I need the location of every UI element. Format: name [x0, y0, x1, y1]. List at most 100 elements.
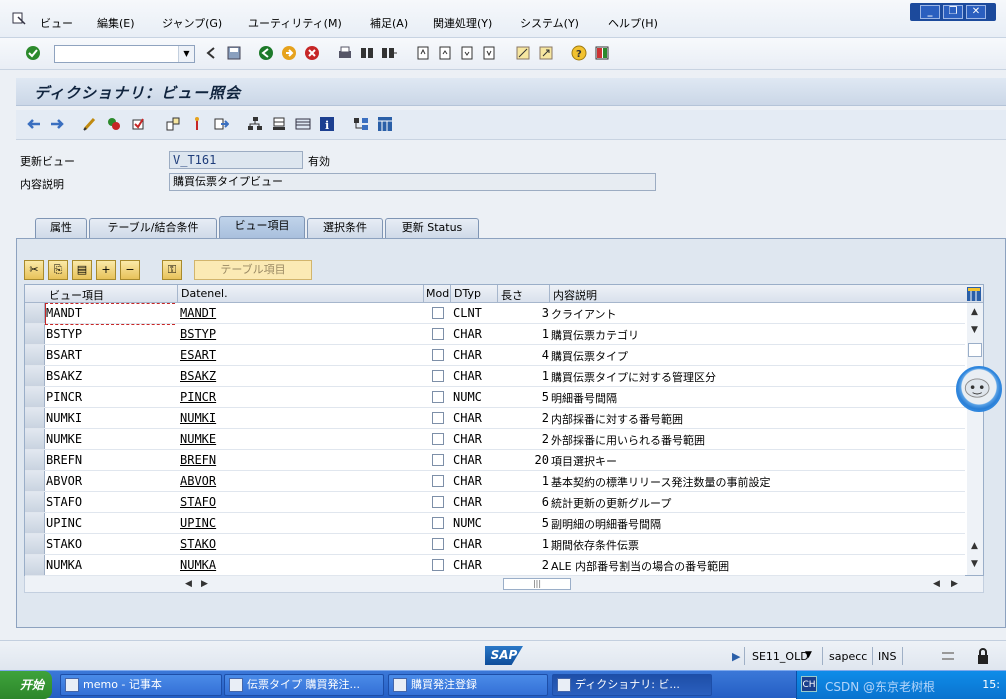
next-page-icon[interactable]: [459, 45, 475, 61]
table-fields-button[interactable]: テーブル項目: [194, 260, 312, 280]
chevron-down-icon[interactable]: ▼: [178, 46, 194, 62]
task-po-create[interactable]: 購買発注登録: [388, 674, 548, 696]
cell-mod-checkbox[interactable]: [432, 517, 444, 529]
cell-data-element[interactable]: STAFO: [180, 495, 216, 509]
cell-view-field[interactable]: ABVOR: [46, 474, 82, 488]
cell-view-field[interactable]: NUMKA: [46, 558, 82, 572]
cancel-icon[interactable]: [304, 45, 320, 61]
restore-button[interactable]: ❐: [943, 5, 963, 19]
task-doc-type[interactable]: 伝票タイプ 購買発注...: [224, 674, 384, 696]
find-icon[interactable]: [359, 45, 375, 61]
menu-jump[interactable]: ジャンプ(G): [162, 15, 222, 31]
col-dtype[interactable]: DTyp: [454, 287, 481, 300]
menu-view[interactable]: ビュー: [40, 15, 73, 31]
table-row[interactable]: BSAKZ BSAKZ CHAR 1 購買伝票タイプに対する管理区分: [25, 366, 965, 387]
view-name-field[interactable]: V_T161: [169, 151, 303, 169]
arrow-left-icon[interactable]: [26, 116, 42, 132]
horizontal-scrollbar[interactable]: ◀ ▶ ||| ◀ ▶: [24, 576, 984, 593]
cell-mod-checkbox[interactable]: [432, 307, 444, 319]
cell-mod-checkbox[interactable]: [432, 559, 444, 571]
row-selector[interactable]: [25, 492, 45, 512]
tab-maintenance-status[interactable]: 更新 Status: [385, 218, 479, 238]
help-icon[interactable]: ?: [571, 45, 587, 61]
menu-extras[interactable]: 補足(A): [370, 15, 408, 31]
cell-mod-checkbox[interactable]: [432, 412, 444, 424]
cell-data-element[interactable]: NUMKE: [180, 432, 216, 446]
cell-mod-checkbox[interactable]: [432, 475, 444, 487]
scroll-left-2-icon[interactable]: ◀: [933, 579, 940, 589]
cell-view-field[interactable]: BSART: [46, 348, 82, 362]
layout-icon[interactable]: [594, 45, 610, 61]
assistant-robot-icon[interactable]: [956, 366, 1002, 412]
grid-icon[interactable]: [377, 116, 393, 132]
cell-data-element[interactable]: PINCR: [180, 390, 216, 404]
start-button[interactable]: 开始: [0, 671, 52, 699]
ime-indicator[interactable]: CH: [801, 676, 817, 692]
scroll-up-icon[interactable]: ▲: [971, 307, 978, 317]
table-row[interactable]: NUMKA NUMKA CHAR 2 ALE 内部番号割当の場合の番号範囲: [25, 555, 965, 576]
insert-row-icon[interactable]: +: [96, 260, 116, 280]
table-row[interactable]: UPINC UPINC NUMC 5 副明細の明細番号間隔: [25, 513, 965, 534]
table-icon[interactable]: [295, 116, 311, 132]
row-selector[interactable]: [25, 303, 45, 323]
table-row[interactable]: BREFN BREFN CHAR 20 項目選択キー: [25, 450, 965, 471]
cell-mod-checkbox[interactable]: [432, 454, 444, 466]
where-used-icon[interactable]: [165, 116, 181, 132]
row-selector[interactable]: [25, 366, 45, 386]
copy-icon[interactable]: ⎘: [48, 260, 68, 280]
cell-data-element[interactable]: STAKO: [180, 537, 216, 551]
cell-data-element[interactable]: ABVOR: [180, 474, 216, 488]
col-length[interactable]: 長さ: [501, 287, 523, 303]
scroll-left-icon[interactable]: ◀: [185, 579, 192, 589]
row-selector[interactable]: [25, 555, 45, 575]
back-green-icon[interactable]: [258, 45, 274, 61]
cell-data-element[interactable]: NUMKI: [180, 411, 216, 425]
arrow-right-icon[interactable]: [49, 116, 65, 132]
cell-view-field[interactable]: NUMKI: [46, 411, 82, 425]
table-row[interactable]: ABVOR ABVOR CHAR 1 基本契約の標準リリース発注数量の事前設定: [25, 471, 965, 492]
table-row[interactable]: PINCR PINCR NUMC 5 明細番号間隔: [25, 387, 965, 408]
scroll-page-down-icon[interactable]: ▼: [971, 559, 978, 569]
paste-icon[interactable]: ▤: [72, 260, 92, 280]
last-page-icon[interactable]: [481, 45, 497, 61]
close-button[interactable]: ✕: [966, 5, 986, 19]
col-view-field[interactable]: ビュー項目: [49, 287, 104, 303]
minimize-button[interactable]: _: [920, 5, 940, 19]
table-row[interactable]: STAKO STAKO CHAR 1 期間依存条件伝票: [25, 534, 965, 555]
row-selector[interactable]: [25, 345, 45, 365]
new-session-icon[interactable]: [515, 45, 531, 61]
tab-attributes[interactable]: 属性: [35, 218, 87, 238]
display-change-icon[interactable]: [82, 116, 98, 132]
find-next-icon[interactable]: [381, 45, 397, 61]
tab-selection-conditions[interactable]: 選択条件: [307, 218, 383, 238]
navigate-icon[interactable]: [213, 116, 229, 132]
cell-data-element[interactable]: UPINC: [180, 516, 216, 530]
cell-mod-checkbox[interactable]: [432, 391, 444, 403]
exit-icon[interactable]: [281, 45, 297, 61]
row-selector[interactable]: [25, 534, 45, 554]
menu-system[interactable]: システム(Y): [520, 15, 579, 31]
hierarchy-icon[interactable]: [247, 116, 263, 132]
cell-data-element[interactable]: NUMKA: [180, 558, 216, 572]
row-selector[interactable]: [25, 429, 45, 449]
command-field[interactable]: ▼: [54, 45, 195, 63]
pin-icon[interactable]: [189, 116, 205, 132]
column-settings-icon[interactable]: [966, 286, 982, 302]
table-row[interactable]: NUMKI NUMKI CHAR 2 内部採番に対する番号範囲: [25, 408, 965, 429]
cell-mod-checkbox[interactable]: [432, 370, 444, 382]
cell-mod-checkbox[interactable]: [432, 328, 444, 340]
cell-mod-checkbox[interactable]: [432, 538, 444, 550]
prev-page-icon[interactable]: [437, 45, 453, 61]
tab-tables-join[interactable]: テーブル/結合条件: [89, 218, 217, 238]
row-selector[interactable]: [25, 324, 45, 344]
cell-view-field[interactable]: NUMKE: [46, 432, 82, 446]
task-dictionary[interactable]: ディクショナリ: ビ...: [552, 674, 712, 696]
row-selector[interactable]: [25, 471, 45, 491]
description-field[interactable]: 購買伝票タイプビュー: [169, 173, 656, 191]
key-icon[interactable]: ⚿: [162, 260, 182, 280]
status-dropdown-icon[interactable]: ▼: [805, 650, 812, 660]
delete-row-icon[interactable]: −: [120, 260, 140, 280]
cell-view-field[interactable]: UPINC: [46, 516, 82, 530]
task-notepad[interactable]: memo - 记事本: [60, 674, 222, 696]
table-row[interactable]: BSART ESART CHAR 4 購買伝票タイプ: [25, 345, 965, 366]
